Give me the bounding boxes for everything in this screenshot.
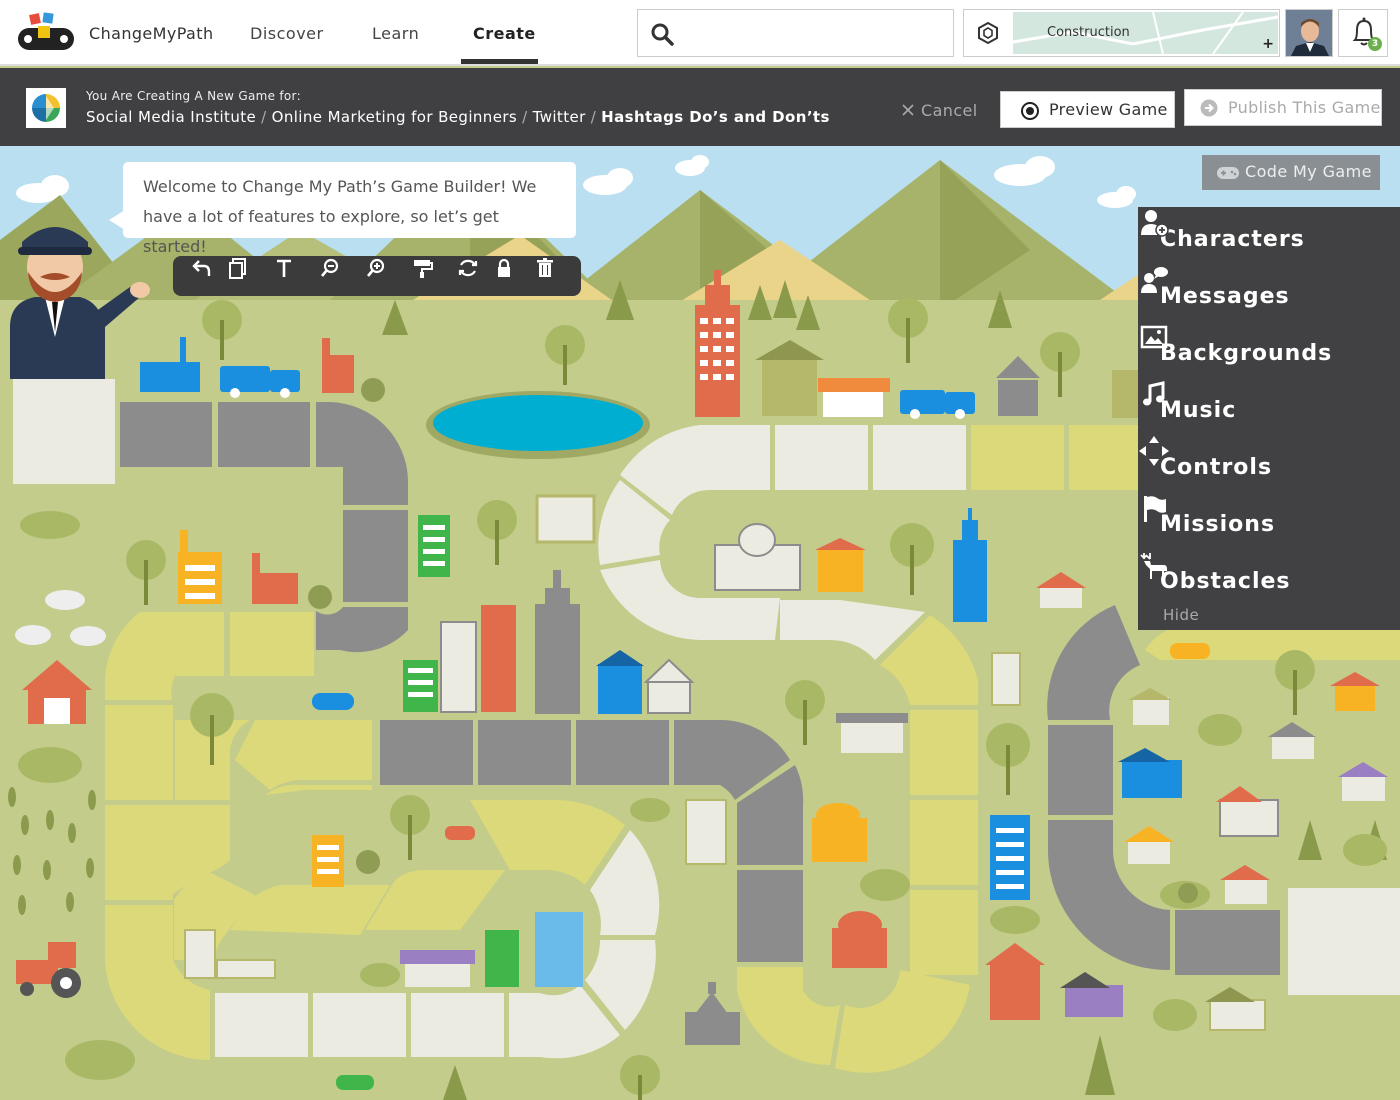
message-character-icon — [1141, 267, 1168, 293]
top-nav: ChangeMyPath Discover Learn Create Const… — [0, 0, 1400, 66]
code-my-game-button[interactable]: Code My Game — [1202, 155, 1380, 190]
flag-icon — [1144, 496, 1166, 522]
panel-item-music[interactable]: Music — [1138, 378, 1400, 435]
nav-discover[interactable]: Discover — [250, 24, 324, 43]
breadcrumb-item[interactable]: Social Media Institute — [86, 108, 256, 126]
add-character-icon — [1141, 210, 1169, 237]
notifications-button[interactable]: 3 — [1338, 9, 1388, 57]
preview-label: Preview Game — [1049, 100, 1168, 119]
panel-item-label: Backgrounds — [1160, 341, 1333, 366]
welcome-speech-bubble: Welcome to Change My Path’s Game Builder… — [123, 162, 576, 256]
lock-icon[interactable] — [492, 256, 516, 280]
breadcrumb-item[interactable]: Twitter — [533, 108, 586, 126]
builder-subtitle: You Are Creating A New Game for: — [86, 89, 301, 103]
breadcrumb: Social Media Institute / Online Marketing … — [86, 108, 830, 126]
active-tab-indicator — [461, 59, 538, 64]
trash-icon[interactable] — [533, 256, 557, 280]
avatar[interactable] — [1285, 9, 1333, 57]
zoom-in-icon[interactable] — [364, 256, 388, 280]
add-icon[interactable]: + — [1262, 36, 1274, 52]
zoom-out-icon[interactable] — [318, 256, 342, 280]
panel-item-label: Messages — [1160, 284, 1290, 309]
paint-roller-icon[interactable] — [410, 256, 434, 280]
builder-panel: Characters Messages Backgrounds Music Co… — [1138, 207, 1400, 630]
close-icon — [902, 104, 914, 116]
project-thumbnail[interactable]: Construction + — [1013, 12, 1278, 54]
brand-name[interactable]: ChangeMyPath — [89, 24, 213, 43]
panel-item-label: Music — [1160, 398, 1237, 423]
bell-icon — [1352, 17, 1376, 46]
guide-character[interactable] — [0, 217, 155, 379]
panel-item-label: Controls — [1160, 455, 1273, 480]
text-icon[interactable] — [272, 256, 296, 280]
breadcrumb-item[interactable]: Online Marketing for Beginners — [272, 108, 518, 126]
object-toolbar — [173, 256, 581, 296]
breadcrumb-current: Hashtags Do’s and Don’ts — [601, 108, 830, 126]
search-box[interactable] — [637, 9, 954, 57]
cube-icon — [978, 21, 998, 45]
builder-header: You Are Creating A New Game for: Social … — [0, 68, 1400, 146]
course-logo — [26, 88, 66, 128]
target-icon — [1021, 102, 1039, 120]
panel-item-label: Missions — [1160, 512, 1276, 537]
panel-item-missions[interactable]: Missions — [1138, 492, 1400, 549]
hide-panel-link[interactable]: Hide — [1163, 606, 1199, 624]
preview-game-button[interactable]: Preview Game — [1000, 91, 1175, 128]
panel-item-obstacles[interactable]: Obstacles — [1138, 549, 1400, 606]
arrows-icon — [1139, 436, 1169, 466]
gamepad-icon — [1217, 167, 1239, 179]
image-icon — [1140, 325, 1168, 349]
game-canvas[interactable]: Welcome to Change My Path’s Game Builder… — [0, 146, 1400, 1100]
rotate-icon[interactable] — [456, 256, 480, 280]
project-selector[interactable]: Construction + — [963, 9, 1280, 57]
duplicate-icon[interactable] — [226, 256, 250, 280]
panel-item-backgrounds[interactable]: Backgrounds — [1138, 321, 1400, 378]
notification-badge: 3 — [1368, 37, 1382, 51]
cancel-label: Cancel — [921, 101, 978, 120]
panel-item-label: Obstacles — [1160, 569, 1291, 594]
panel-item-controls[interactable]: Controls — [1138, 435, 1400, 492]
cancel-button[interactable]: Cancel — [902, 101, 978, 120]
nav-learn[interactable]: Learn — [372, 24, 419, 43]
publish-label: Publish This Game — [1228, 98, 1381, 117]
arrow-right-circle-icon — [1200, 99, 1218, 117]
code-my-game-label: Code My Game — [1245, 162, 1372, 181]
nav-create[interactable]: Create — [473, 24, 536, 43]
project-label: Construction — [1047, 25, 1130, 40]
panel-item-characters[interactable]: Characters — [1138, 207, 1400, 264]
changemypath-logo[interactable] — [16, 12, 76, 52]
panel-item-label: Characters — [1160, 227, 1305, 252]
music-note-icon — [1143, 381, 1165, 406]
publish-game-button[interactable]: Publish This Game — [1184, 89, 1382, 126]
reindeer-icon — [1140, 553, 1167, 579]
undo-icon[interactable] — [190, 256, 214, 280]
panel-item-messages[interactable]: Messages — [1138, 264, 1400, 321]
search-icon — [651, 23, 674, 46]
